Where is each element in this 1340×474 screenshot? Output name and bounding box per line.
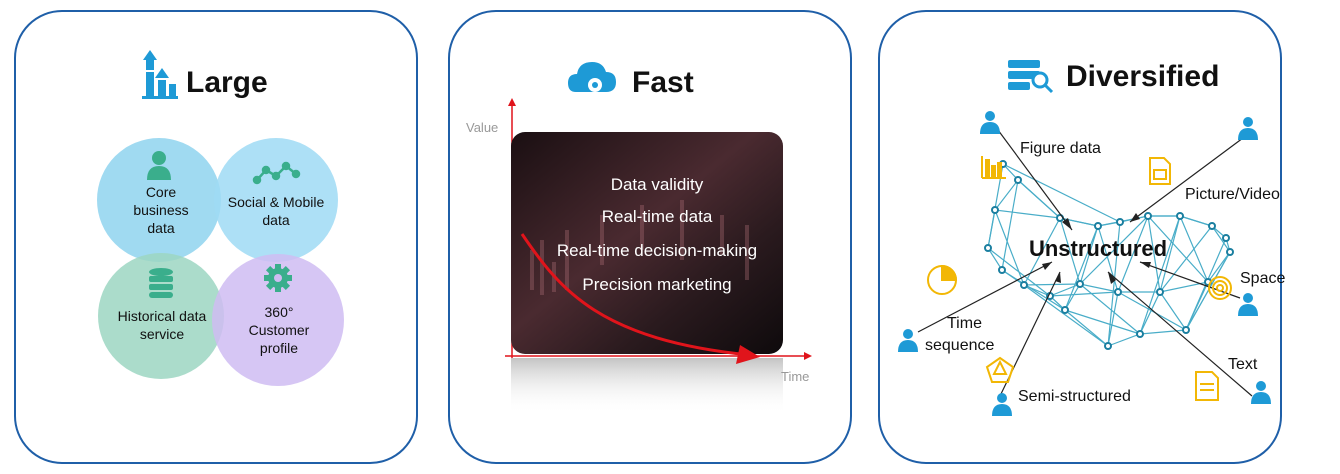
label-sequence: sequence [925,337,995,354]
title-diversified: Diversified [1066,60,1220,93]
label-figure-data: Figure data [1020,140,1101,157]
item-precision-marketing: Precision marketing [582,275,732,294]
label-social-mobile-data: Social & Mobile data [227,194,325,228]
x-axis-label: Time [781,369,810,384]
label-text: Text [1228,356,1258,373]
label-space: Space [1240,270,1286,287]
label-customer-profile: 360° Customer profile [248,304,310,356]
item-data-validity: Data validity [610,175,704,194]
label-time: Time [947,315,982,332]
item-real-time-decision-making: Real-time decision-making [556,241,758,260]
center-label-unstructured: Unstructured [1028,236,1168,261]
y-axis-label: Value [466,120,499,135]
title-large: Large [186,66,268,99]
label-picture-video: Picture/Video [1185,186,1280,203]
title-fast: Fast [632,66,694,99]
item-real-time-data: Real-time data [601,207,713,226]
label-semi-structured: Semi-structured [1018,388,1131,405]
label-historical-data-service: Historical data service [117,308,207,342]
label-core-business-data: Core business data [133,184,189,236]
